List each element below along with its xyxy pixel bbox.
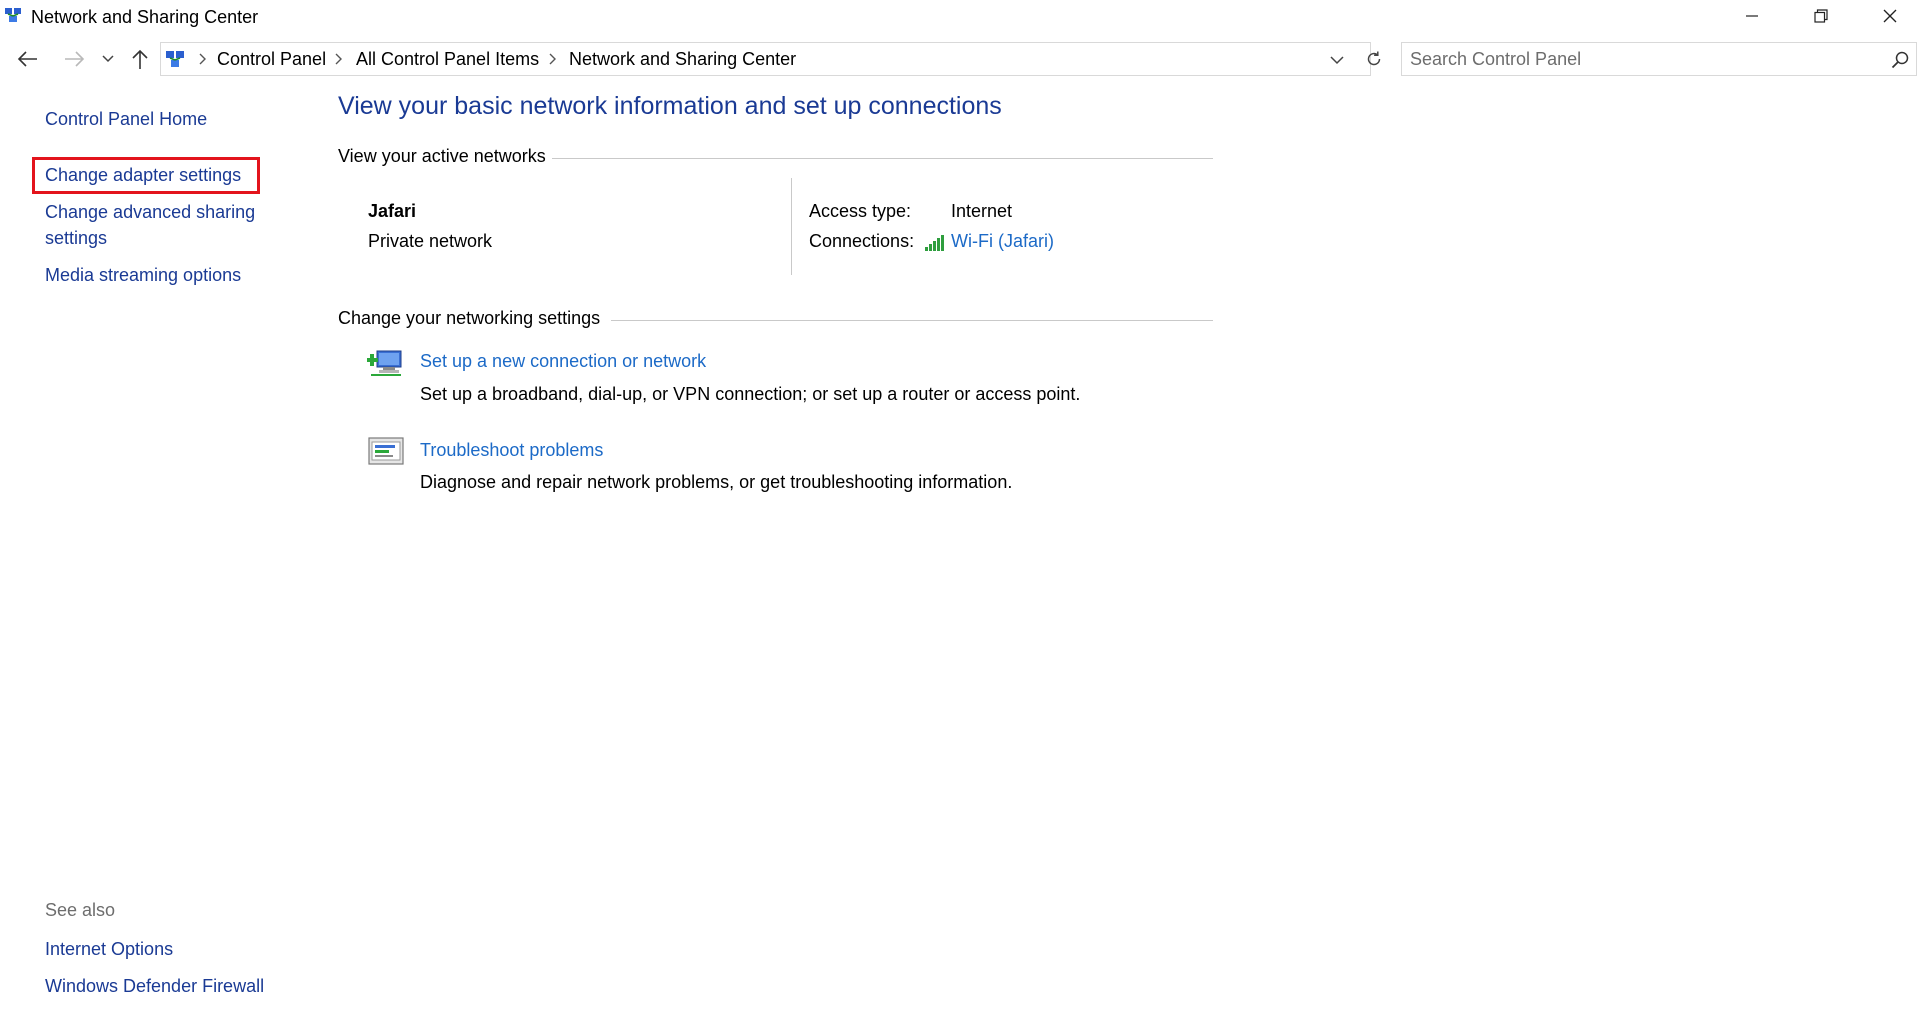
chevron-down-icon[interactable] (1327, 50, 1347, 70)
wifi-connection-link[interactable]: Wi-Fi (Jafari) (951, 231, 1054, 252)
breadcrumb-all-items[interactable]: All Control Panel Items (356, 49, 539, 70)
change-adapter-settings-link[interactable]: Change adapter settings (45, 163, 241, 188)
network-name: Jafari (368, 201, 417, 221)
address-bar[interactable]: Control Panel All Control Panel Items Ne… (160, 42, 1371, 76)
search-box[interactable] (1401, 42, 1917, 76)
forward-button[interactable] (58, 44, 90, 74)
troubleshoot-problems-link[interactable]: Troubleshoot problems (420, 440, 603, 461)
minimize-icon (1746, 15, 1758, 17)
recent-locations-button[interactable] (98, 44, 118, 74)
arrow-up-icon (132, 49, 148, 69)
breadcrumb-network-center[interactable]: Network and Sharing Center (569, 49, 796, 70)
close-button[interactable] (1862, 0, 1918, 32)
setup-new-connection-link[interactable]: Set up a new connection or network (420, 351, 706, 372)
up-button[interactable] (124, 44, 156, 74)
media-streaming-options-link[interactable]: Media streaming options (45, 263, 241, 288)
arrow-right-icon (65, 51, 85, 67)
restore-button[interactable] (1793, 0, 1849, 32)
search-input[interactable] (1410, 48, 1870, 70)
network-center-icon (166, 51, 184, 67)
windows-defender-firewall-link[interactable]: Windows Defender Firewall (45, 974, 264, 999)
network-divider (791, 178, 792, 275)
section-divider (552, 158, 1213, 159)
chevron-right-icon (199, 53, 206, 65)
control-panel-home-link[interactable]: Control Panel Home (45, 107, 207, 132)
troubleshoot-icon (368, 437, 404, 465)
page-title: View your basic network information and … (338, 92, 1002, 120)
chevron-right-icon[interactable] (333, 51, 345, 67)
connections-label: Connections: (809, 231, 915, 251)
access-type-value: Internet (951, 201, 1013, 221)
setup-new-connection-description: Set up a broadband, dial-up, or VPN conn… (420, 384, 1081, 404)
new-connection-icon (367, 350, 402, 376)
chevron-down-icon (102, 55, 114, 63)
change-settings-heading: Change your networking settings (338, 308, 601, 328)
arrow-left-icon (17, 51, 37, 67)
change-advanced-sharing-link-line2[interactable]: settings (45, 226, 107, 251)
window-title: Network and Sharing Center (31, 7, 259, 27)
chevron-right-icon[interactable] (547, 51, 559, 67)
search-icon[interactable] (1890, 50, 1910, 70)
access-type-label: Access type: (809, 201, 912, 221)
section-divider (611, 320, 1213, 321)
internet-options-link[interactable]: Internet Options (45, 937, 173, 962)
troubleshoot-problems-description: Diagnose and repair network problems, or… (420, 472, 1013, 492)
restore-icon (1814, 9, 1828, 23)
wifi-signal-icon (925, 235, 944, 251)
refresh-button[interactable] (1360, 42, 1388, 76)
breadcrumb-control-panel[interactable]: Control Panel (217, 49, 326, 70)
network-type: Private network (368, 231, 493, 251)
close-icon (1883, 9, 1897, 23)
minimize-button[interactable] (1724, 0, 1780, 32)
network-center-icon (5, 8, 21, 22)
back-button[interactable] (12, 44, 44, 74)
change-advanced-sharing-link[interactable]: Change advanced sharing (45, 200, 255, 225)
see-also-heading: See also (45, 900, 116, 920)
title-bar: Network and Sharing Center (0, 0, 1919, 32)
active-networks-heading: View your active networks (338, 146, 546, 166)
refresh-icon (1367, 51, 1381, 66)
